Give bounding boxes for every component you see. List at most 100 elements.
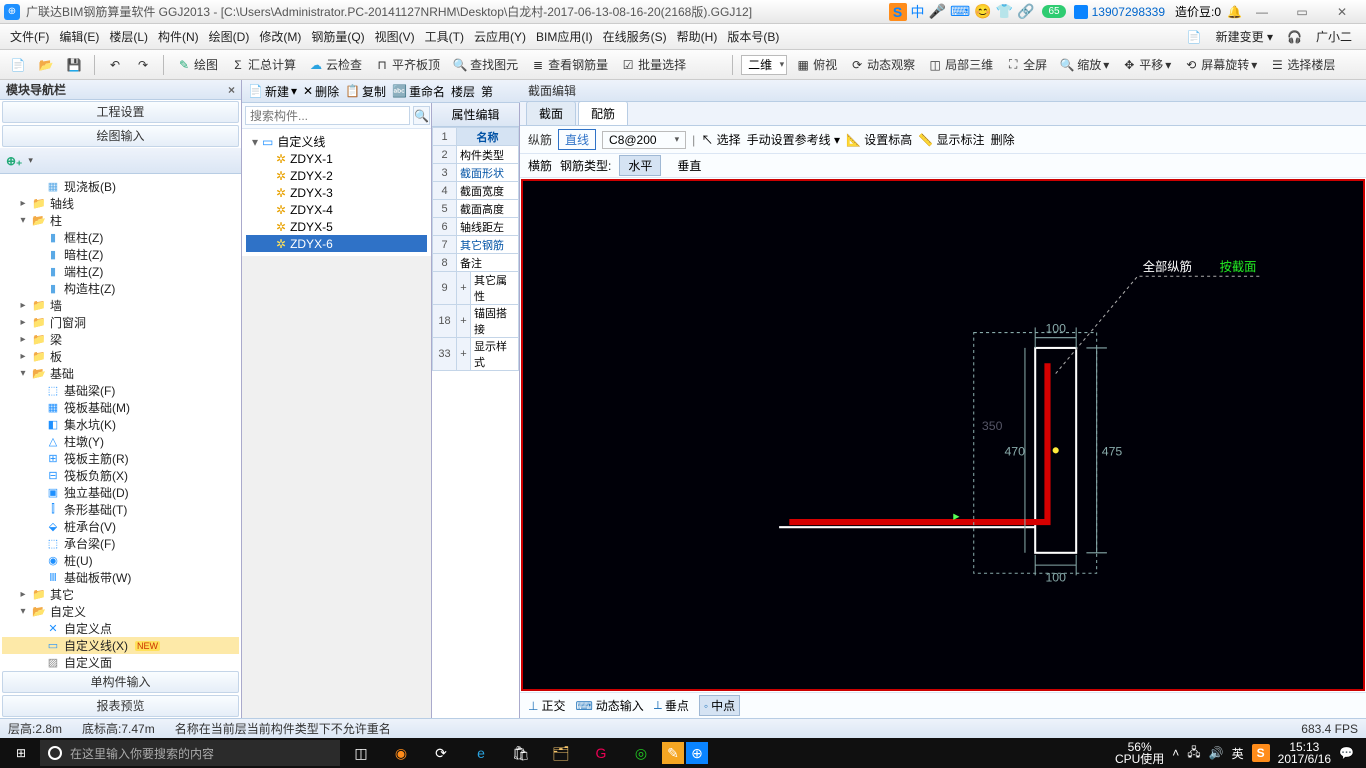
tree-item[interactable]: ▮构造柱(Z) [2, 280, 239, 297]
property-row[interactable]: 7其它钢筋 [433, 236, 519, 254]
tree-item[interactable]: ▾📂自定义 [2, 603, 239, 620]
store-icon[interactable]: 🛍 [502, 738, 540, 768]
edge-icon[interactable]: e [462, 738, 500, 768]
component-tree[interactable]: ▾▭自定义线✲ZDYX-1✲ZDYX-2✲ZDYX-3✲ZDYX-4✲ZDYX-… [242, 129, 431, 256]
property-row[interactable]: 3截面形状 [433, 164, 519, 182]
pan-button[interactable]: ✥平移▾ [1117, 54, 1175, 75]
search-input[interactable] [245, 106, 410, 125]
undo-button[interactable]: ↶ [103, 55, 127, 75]
zoom-button[interactable]: 🔍缩放▾ [1055, 54, 1113, 75]
taskbar-app-4[interactable]: ◎ [622, 738, 660, 768]
tree-item[interactable]: ▸📁板 [2, 348, 239, 365]
menu-item[interactable]: 绘图(D) [205, 28, 254, 45]
tree-item[interactable]: ▾📂柱 [2, 212, 239, 229]
tree-item[interactable]: ▮暗柱(Z) [2, 246, 239, 263]
property-tab[interactable]: 属性编辑 [432, 103, 519, 127]
show-dim-button[interactable]: 📏 显示标注 [918, 131, 984, 148]
tree-item[interactable]: ▸📁轴线 [2, 195, 239, 212]
explorer-icon[interactable]: 🗂 [542, 738, 580, 768]
clock[interactable]: 15:132017/6/16 [1278, 741, 1331, 765]
comp-item[interactable]: ✲ZDYX-1 [246, 150, 427, 167]
avatar-icon[interactable] [1074, 5, 1088, 19]
tree-item[interactable]: Ⅲ基础板带(W) [2, 569, 239, 586]
comp-item[interactable]: ✲ZDYX-3 [246, 184, 427, 201]
taskbar-app-5[interactable]: ✎ [662, 742, 684, 764]
tree-item[interactable]: ▨自定义面 [2, 654, 239, 670]
orbit-button[interactable]: ⟳动态观察 [845, 54, 919, 75]
tree-item[interactable]: ▣独立基础(D) [2, 484, 239, 501]
tree-item[interactable]: ⊟筏板负筋(X) [2, 467, 239, 484]
rebar-spec-combo[interactable]: C8@200 [602, 131, 686, 149]
vertical-button[interactable]: 垂直 [669, 156, 709, 175]
menu-item[interactable]: 钢筋量(Q) [307, 28, 368, 45]
menu-item[interactable]: 修改(M) [255, 28, 305, 45]
menu-item[interactable]: 楼层(L) [105, 28, 152, 45]
section-canvas[interactable]: ▸ 100 100 475 470 350 全部纵筋 按截面 [521, 179, 1365, 691]
task-view-icon[interactable]: ◫ [342, 738, 380, 768]
comp-item[interactable]: ✲ZDYX-6 [246, 235, 427, 252]
taskbar-app-6[interactable]: ⊕ [686, 742, 708, 764]
menu-item[interactable]: 编辑(E) [55, 28, 103, 45]
tree-item[interactable]: ▭自定义线(X) [2, 637, 239, 654]
tree-item[interactable]: ▦现浇板(B) [2, 178, 239, 195]
menu-item[interactable]: 云应用(Y) [470, 28, 530, 45]
tree-item[interactable]: ▮端柱(Z) [2, 263, 239, 280]
draw-button[interactable]: ✎绘图 [172, 54, 222, 75]
new-change-icon[interactable]: 📄 [1183, 30, 1206, 44]
comp-new-button[interactable]: 📄新建▾ [248, 83, 297, 100]
tree-item[interactable]: ▾📂基础 [2, 365, 239, 382]
taskbar-app-1[interactable]: ◉ [382, 738, 420, 768]
comp-item[interactable]: ✲ZDYX-4 [246, 201, 427, 218]
comp-rename-button[interactable]: 🔤重命名 [392, 83, 445, 100]
property-row[interactable]: 2构件类型 [433, 146, 519, 164]
search-button[interactable]: 🔍 [413, 106, 430, 125]
tree-item[interactable]: ▦筏板基础(M) [2, 399, 239, 416]
batch-select-button[interactable]: ☑批量选择 [616, 54, 690, 75]
tree-item[interactable]: ▸📁梁 [2, 331, 239, 348]
tree-item[interactable]: ⫿条形基础(T) [2, 501, 239, 518]
ref-line-button[interactable]: 手动设置参考线 ▾ [747, 131, 840, 148]
delete-rebar-button[interactable]: 删除 [991, 131, 1015, 148]
screen-rotate-button[interactable]: ⟲屏幕旋转▾ [1179, 54, 1261, 75]
menu-item[interactable]: 构件(N) [154, 28, 203, 45]
tree-item[interactable]: ⬚基础梁(F) [2, 382, 239, 399]
tab-section[interactable]: 截面 [526, 101, 576, 125]
property-row[interactable]: 9+其它属性 [433, 272, 519, 305]
tree-item[interactable]: ▸📁墙 [2, 297, 239, 314]
category-tree[interactable]: ▦现浇板(B)▸📁轴线▾📂柱▮框柱(Z)▮暗柱(Z)▮端柱(Z)▮构造柱(Z)▸… [0, 174, 241, 670]
lang-indicator[interactable]: 英 [1232, 745, 1244, 762]
top-view-button[interactable]: ▦俯视 [791, 54, 841, 75]
comp-floor-button[interactable]: 楼层 [451, 83, 475, 100]
property-row[interactable]: 8备注 [433, 254, 519, 272]
notification-badge[interactable]: 65 [1042, 5, 1065, 18]
taskbar-search[interactable]: 在这里输入你要搜索的内容 [40, 740, 340, 766]
cloud-check-button[interactable]: ☁云检查 [304, 54, 366, 75]
start-button[interactable]: ⊞ [4, 738, 38, 768]
tree-item[interactable]: ▸📁其它 [2, 586, 239, 603]
rebar-qty-button[interactable]: ≣查看钢筋量 [526, 54, 612, 75]
nav-close-icon[interactable]: × [228, 83, 235, 97]
comp-root[interactable]: ▾▭自定义线 [246, 133, 427, 150]
flat-top-button[interactable]: ⊓平齐板顶 [370, 54, 444, 75]
taskbar-app-3[interactable]: G [582, 738, 620, 768]
tab-rebar[interactable]: 配筋 [578, 101, 628, 125]
redo-button[interactable]: ↷ [131, 55, 155, 75]
dyn-input-toggle[interactable]: ⌨动态输入 [575, 697, 643, 714]
expand-icon[interactable]: ⊕₊ [6, 154, 22, 168]
volume-icon[interactable]: 🔊 [1209, 746, 1224, 760]
tree-item[interactable]: △柱墩(Y) [2, 433, 239, 450]
bell-icon[interactable]: 🔔 [1227, 5, 1242, 19]
nav-project-settings[interactable]: 工程设置 [2, 101, 239, 123]
set-elev-button[interactable]: 📐 设置标高 [846, 131, 912, 148]
window-controls[interactable]: —▭✕ [1242, 5, 1362, 19]
tree-item[interactable]: ◧集水坑(K) [2, 416, 239, 433]
comp-copy-button[interactable]: 📋复制 [345, 83, 386, 100]
ime-toolbar[interactable]: S 中🎤⌨😊👕🔗 [889, 2, 1035, 22]
horizontal-button[interactable]: 水平 [619, 155, 661, 176]
fullscreen-button[interactable]: ⛶全屏 [1001, 54, 1051, 75]
taskbar-app-2[interactable]: ⟳ [422, 738, 460, 768]
sogou-icon[interactable]: S [889, 3, 907, 21]
ortho-toggle[interactable]: ⊥正交 [528, 697, 565, 714]
dimension-combo[interactable]: 二维 [741, 55, 787, 75]
menu-item[interactable]: 帮助(H) [673, 28, 722, 45]
